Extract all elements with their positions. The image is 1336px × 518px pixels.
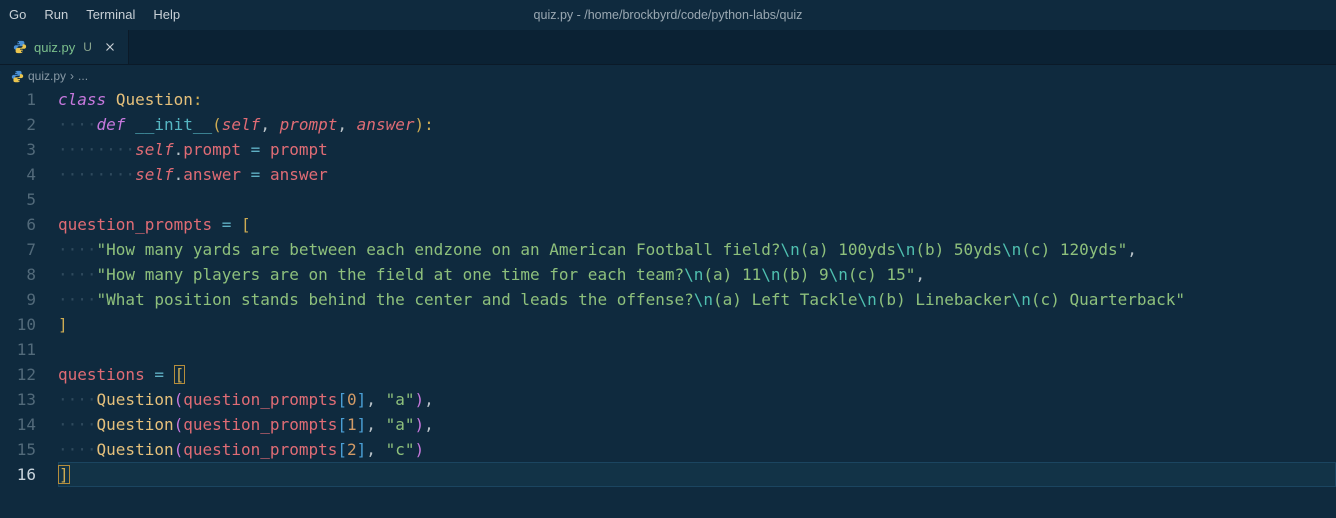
menu-go[interactable]: Go: [0, 0, 35, 30]
tab-git-status: U: [83, 40, 92, 54]
menu-terminal[interactable]: Terminal: [77, 0, 144, 30]
code-editor[interactable]: 1 2 3 4 5 6 7 8 9 10 11 12 13 14 15 16 c…: [0, 87, 1336, 487]
tabbar: quiz.py U: [0, 30, 1336, 65]
menubar: Go Run Terminal Help quiz.py - /home/bro…: [0, 0, 1336, 30]
close-icon[interactable]: [102, 39, 118, 55]
tab-quiz[interactable]: quiz.py U: [0, 30, 129, 64]
window-title: quiz.py - /home/brockbyrd/code/python-la…: [0, 8, 1336, 22]
breadcrumb-symbol: ...: [78, 69, 88, 83]
breadcrumb-file: quiz.py: [28, 69, 66, 83]
python-file-icon: [12, 39, 28, 55]
breadcrumb[interactable]: quiz.py › ...: [0, 65, 1336, 87]
menu-run[interactable]: Run: [35, 0, 77, 30]
menu-help[interactable]: Help: [144, 0, 189, 30]
tab-filename: quiz.py: [34, 40, 75, 55]
chevron-right-icon: ›: [70, 69, 74, 83]
line-number-gutter: 1 2 3 4 5 6 7 8 9 10 11 12 13 14 15 16: [0, 87, 58, 487]
python-file-icon: [10, 69, 24, 83]
code-content[interactable]: class Question: ····def __init__(self, p…: [58, 87, 1336, 487]
